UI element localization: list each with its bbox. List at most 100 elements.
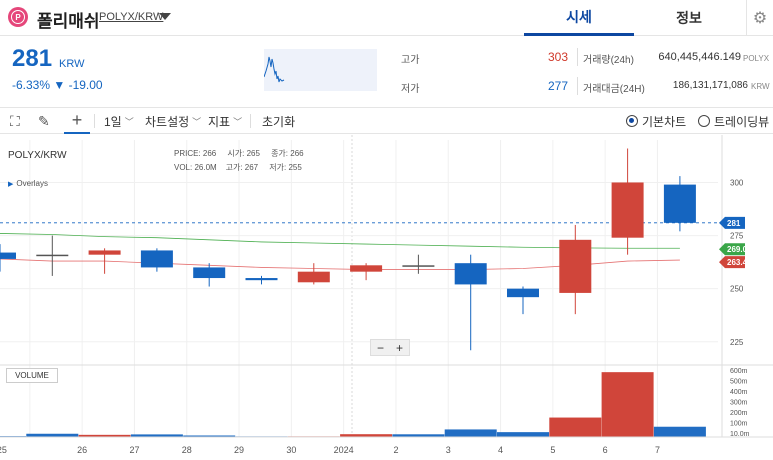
ma-red-badge: 263.467 [727, 258, 756, 267]
volume-bar [601, 372, 654, 437]
legend-high-label: 고가: [225, 163, 243, 172]
chart-settings-select[interactable]: 차트설정 ﹀ [145, 108, 201, 134]
chart-settings-label: 차트설정 [145, 114, 190, 129]
candle-body [36, 254, 69, 257]
legend-low: 255 [288, 163, 302, 172]
zoom-in-button[interactable]: + [390, 340, 409, 355]
low-value: 277 [547, 79, 568, 93]
x-tick-label: 27 [129, 445, 139, 455]
overlays-label: Overlays [16, 179, 48, 188]
chart-symbol: POLYX/KRW [8, 150, 67, 161]
x-tick-label: 26 [77, 445, 87, 455]
legend-low-label: 저가: [269, 163, 287, 172]
chevron-down-icon: ﹀ [192, 116, 202, 127]
legend-high: 267 [244, 163, 259, 172]
ohlc-legend-row2: VOL: 26.0M 고가: 267 저가: 255 [174, 162, 302, 173]
x-tick-label: 28 [182, 445, 192, 455]
tab-quote[interactable]: 시세 [524, 0, 634, 36]
candle-body [402, 265, 435, 267]
volume-tick-label: 300m [730, 400, 748, 407]
chevron-down-icon: ﹀ [124, 116, 134, 127]
y-tick-label: 225 [730, 338, 744, 347]
high-label: 고가 [401, 55, 420, 66]
crosshair-icon[interactable]: + [64, 108, 90, 134]
x-tick-label: 6 [603, 445, 608, 455]
low-label: 저가 [401, 84, 420, 95]
x-tick-label: 2 [393, 445, 398, 455]
pencil-icon[interactable]: ✎ [38, 108, 50, 134]
candlestick-chart[interactable]: 225250275300600m500m400m300m200m100m10.0… [0, 135, 773, 460]
coin-logo-letter: P [11, 10, 25, 24]
coin-name[interactable]: 폴리매쉬 [37, 7, 100, 32]
candle-body [0, 252, 16, 259]
candle-body [507, 288, 539, 298]
toolbar-divider [94, 114, 95, 128]
legend-price: 266 [202, 149, 217, 158]
y-tick-label: 250 [730, 285, 744, 294]
header: P 폴리매쉬 POLYX/KRW 시세 정보 ⚙ [0, 0, 773, 36]
chart-area[interactable]: 225 250 275 300 600m 500m 400m 300m 200m 100m 10.0… [0, 135, 773, 460]
amount-label: 거래대금(24H) [583, 84, 645, 95]
triangle-right-icon: ▶ [8, 181, 14, 188]
candle-body [88, 250, 121, 255]
volume-tick-label: 600m [730, 368, 748, 375]
app: P 폴리매쉬 POLYX/KRW 시세 정보 ⚙ 281 KRW -6.33% … [0, 0, 773, 460]
ohlc-legend-row1: PRICE: 266 시가: 265 종가: 266 [174, 148, 304, 159]
zoom-out-button[interactable]: − [371, 340, 390, 355]
reset-button[interactable]: 초기화 [262, 108, 295, 134]
candle-body [193, 267, 226, 279]
interval-select[interactable]: 1일 ﹀ [104, 108, 134, 134]
volume-tick-label: 200m [730, 410, 748, 417]
x-tick-label: 4 [498, 445, 503, 455]
legend-price-label: PRICE: [174, 149, 201, 158]
tab-info[interactable]: 정보 [634, 0, 744, 36]
indicators-label: 지표 [208, 114, 231, 129]
ma-green-badge: 269.04 [727, 245, 752, 254]
candles [0, 148, 696, 351]
candle-body [663, 184, 696, 223]
gear-icon[interactable]: ⚙ [746, 0, 773, 36]
current-price: 281 [12, 45, 53, 72]
tradingview-label: 트레이딩뷰 [714, 114, 770, 129]
candle-body [454, 263, 487, 285]
radio-unchecked-icon [698, 115, 710, 127]
amount-unit: KRW [751, 82, 770, 91]
radio-checked-icon [626, 115, 638, 127]
legend-open-label: 시가: [227, 149, 245, 158]
legend-open: 265 [246, 149, 260, 158]
overlays-toggle[interactable]: ▶ Overlays [8, 179, 48, 188]
coin-pair-link[interactable]: POLYX/KRW [99, 11, 163, 23]
x-tick-label: 7 [655, 445, 660, 455]
legend-vol-label: VOL: [174, 163, 193, 172]
basic-chart-radio[interactable]: 기본차트 [626, 108, 686, 134]
candle-body [297, 271, 330, 283]
x-tick-label: 29 [234, 445, 244, 455]
volume-tick-label: 10.0m [730, 431, 750, 438]
current-price-badge: 281 [727, 219, 741, 228]
tradingview-radio[interactable]: 트레이딩뷰 [698, 108, 769, 134]
price-change: -6.33% ▼ -19.00 [12, 78, 103, 92]
y-tick-label: 300 [730, 178, 744, 187]
stat-divider [577, 77, 578, 95]
volume-value: 640,445,446.149 [658, 51, 741, 63]
volume-bar [444, 429, 497, 437]
basic-chart-label: 기본차트 [642, 114, 687, 129]
high-value: 303 [547, 50, 568, 64]
indicators-select[interactable]: 지표 ﹀ [208, 108, 242, 134]
mini-chart [264, 49, 377, 91]
interval-label: 1일 [104, 114, 122, 129]
fullscreen-icon[interactable]: ⛶ [10, 108, 20, 134]
volume-bar [497, 432, 549, 437]
chevron-down-icon[interactable] [159, 13, 171, 20]
chevron-down-icon: ﹀ [233, 116, 243, 127]
volume-unit: POLYX [743, 54, 770, 63]
candle-body [611, 182, 644, 238]
candle-body [350, 265, 383, 272]
legend-close-label: 종가: [271, 149, 289, 158]
volume-tick-label: 500m [730, 379, 748, 386]
legend-vol: 26.0M [194, 163, 217, 172]
x-tick-label: 5 [550, 445, 555, 455]
volume-bar [549, 417, 602, 437]
amount-value: 186,131,171,086 [672, 80, 748, 91]
stat-divider [577, 48, 578, 66]
